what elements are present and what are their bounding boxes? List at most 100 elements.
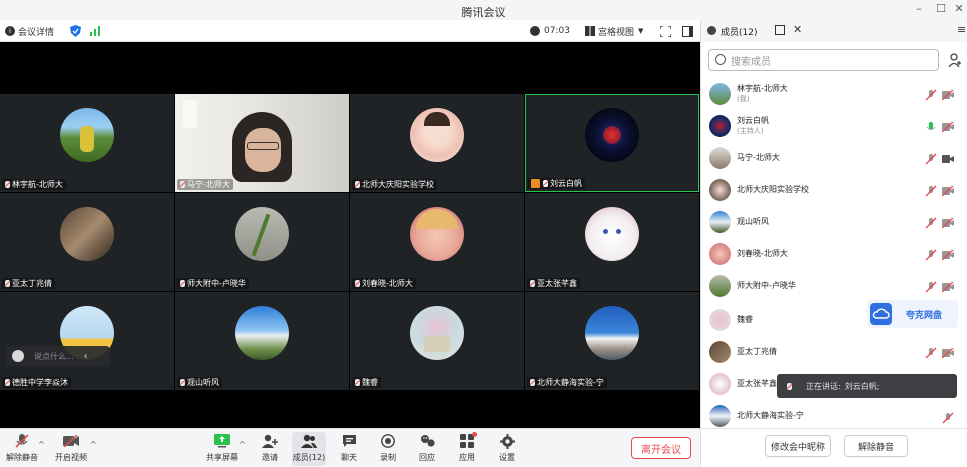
fullscreen-icon[interactable] <box>660 24 671 38</box>
search-members-input[interactable]: 搜索成员 <box>708 49 939 71</box>
tile-name: 林宇航-北师大 <box>12 180 63 189</box>
member-row[interactable]: 刘春晓-北师大 <box>701 238 967 270</box>
chat-quick-placeholder: 说点什么... <box>34 351 74 361</box>
members-button[interactable]: 成员(12) <box>292 432 326 466</box>
minimize-icon[interactable]: – <box>910 2 928 18</box>
share-screen-icon <box>213 432 231 450</box>
close-window-icon[interactable]: ✕ <box>950 2 967 18</box>
member-row[interactable]: 观山听风 <box>701 206 967 238</box>
invite-label: 邀请 <box>262 453 278 462</box>
camera-off-icon[interactable] <box>941 249 954 261</box>
video-tile-10[interactable]: 观山听风 <box>175 292 349 390</box>
member-row[interactable]: 林宇航-北师大 (我) <box>701 78 967 110</box>
pop-out-icon[interactable] <box>775 25 785 35</box>
security-shield-icon[interactable] <box>70 24 81 38</box>
video-tile-2[interactable]: 马宁-北师大 <box>175 94 349 192</box>
invite-member-icon[interactable] <box>945 49 965 71</box>
member-row[interactable]: 师大附中-卢晓华 <box>701 270 967 302</box>
tile-name-tag: 观山听风 <box>177 377 222 388</box>
video-tile-6[interactable]: 师大附中-卢晓华 <box>175 193 349 291</box>
tile-name: 北师大庆阳实验学校 <box>362 180 434 189</box>
mic-off-icon[interactable] <box>942 412 954 424</box>
mic-off-icon[interactable] <box>925 281 937 293</box>
camera-off-icon[interactable] <box>941 217 954 229</box>
settings-label: 设置 <box>499 453 515 462</box>
apps-button[interactable]: 应用 <box>450 432 484 466</box>
camera-off-icon[interactable] <box>941 121 954 133</box>
member-row[interactable]: 亚太丁兆倩 <box>701 336 967 368</box>
unmute-button[interactable]: 解除静音 <box>5 432 39 466</box>
chat-button[interactable]: 聊天 <box>332 432 366 466</box>
sidebar-toggle-icon[interactable] <box>682 24 693 38</box>
meeting-toolbar: i 会议详情 07:03 宫格视图 ▼ <box>0 20 700 42</box>
leave-meeting-button[interactable]: 离开会议 <box>631 437 691 459</box>
member-row[interactable]: 马宁-北师大 <box>701 142 967 174</box>
video-tile-8[interactable]: 亚太张芊鑫 <box>525 193 699 291</box>
close-panel-icon[interactable]: ✕ <box>793 23 802 36</box>
reactions-button[interactable]: 回应 <box>410 432 444 466</box>
tile-name: 德胜中学李焱沐 <box>12 378 68 387</box>
member-role: (主持人) <box>737 127 764 135</box>
mic-off-icon[interactable] <box>925 347 937 359</box>
emoji-icon[interactable] <box>12 350 24 362</box>
start-video-button[interactable]: 开启视频 <box>54 432 88 466</box>
rename-button[interactable]: 修改会中昵称 <box>765 435 831 457</box>
invite-button[interactable]: 邀请 <box>253 432 287 466</box>
notification-dot <box>472 432 477 437</box>
camera-on-icon[interactable] <box>942 154 954 164</box>
member-avatar <box>709 341 731 363</box>
video-tile-3[interactable]: 北师大庆阳实验学校 <box>350 94 524 192</box>
mic-on-icon[interactable] <box>925 121 937 133</box>
chevron-down-icon: ▼ <box>638 27 644 35</box>
mic-off-icon[interactable] <box>925 185 937 197</box>
tile-name: 观山听风 <box>187 378 219 387</box>
chevron-left-icon[interactable]: ‹ <box>84 351 88 362</box>
mic-off-icon[interactable] <box>925 89 937 101</box>
share-options-chevron-icon[interactable]: ^ <box>239 440 246 449</box>
mic-off-icon <box>355 280 360 287</box>
camera-off-icon[interactable] <box>941 89 954 101</box>
member-row[interactable]: 刘云白帆 (主持人) <box>701 110 967 142</box>
meeting-info-button[interactable]: i 会议详情 <box>5 24 54 38</box>
member-avatar <box>709 373 731 395</box>
mic-off-icon <box>180 379 185 386</box>
speaking-indicator: 正在讲话: 刘云白帆; <box>777 374 957 398</box>
maximize-icon[interactable]: ☐ <box>932 2 950 18</box>
mic-off-icon[interactable] <box>925 249 937 261</box>
chat-quick-input[interactable]: 说点什么... ‹ <box>6 346 110 366</box>
member-name: 魏睿 <box>737 315 753 324</box>
bottom-control-bar: 解除静音 ^ 开启视频 ^ 共享屏幕 ^ 邀请 成员(12) 聊天 录制 回应 … <box>0 428 700 467</box>
member-row[interactable]: 北师大庆阳实验学校 <box>701 174 967 206</box>
camera-off-icon[interactable] <box>941 347 954 359</box>
video-tile-5[interactable]: 亚太丁兆倩 <box>0 193 174 291</box>
video-tile-7[interactable]: 刘春晓-北师大 <box>350 193 524 291</box>
mic-off-icon <box>355 181 360 188</box>
mic-off-icon <box>5 181 10 188</box>
quark-drive-floating-button[interactable]: 夸克网盘 <box>867 300 958 328</box>
speaking-label: 正在讲话: <box>806 381 841 391</box>
settings-button[interactable]: 设置 <box>490 432 524 466</box>
record-button[interactable]: 录制 <box>371 432 405 466</box>
member-avatar <box>709 115 731 137</box>
more-menu-icon[interactable]: ≡ <box>957 23 966 36</box>
avatar <box>585 306 639 360</box>
tile-name: 亚太丁兆倩 <box>12 279 52 288</box>
video-tile-1[interactable]: 林宇航-北师大 <box>0 94 174 192</box>
view-mode-dropdown[interactable]: 宫格视图 ▼ <box>585 24 643 38</box>
video-tile-4-active-speaker[interactable]: 刘云白帆 <box>525 94 699 192</box>
audio-options-chevron-icon[interactable]: ^ <box>38 440 45 449</box>
reaction-hand-icon <box>418 432 436 450</box>
video-tile-12[interactable]: 北师大静海实验-宁 <box>525 292 699 390</box>
mic-off-icon[interactable] <box>925 217 937 229</box>
camera-off-icon[interactable] <box>941 185 954 197</box>
video-tile-9[interactable]: 德胜中学李焱沐 <box>0 292 174 390</box>
share-screen-button[interactable]: 共享屏幕 <box>205 432 239 466</box>
unmute-all-button[interactable]: 解除静音 <box>844 435 908 457</box>
mic-off-icon <box>180 280 185 287</box>
mic-off-icon <box>5 379 10 386</box>
mic-off-icon[interactable] <box>925 153 937 165</box>
member-name: 林宇航-北师大 <box>737 84 788 93</box>
camera-off-icon[interactable] <box>941 281 954 293</box>
video-tile-11[interactable]: 魏睿 <box>350 292 524 390</box>
video-options-chevron-icon[interactable]: ^ <box>90 440 97 449</box>
